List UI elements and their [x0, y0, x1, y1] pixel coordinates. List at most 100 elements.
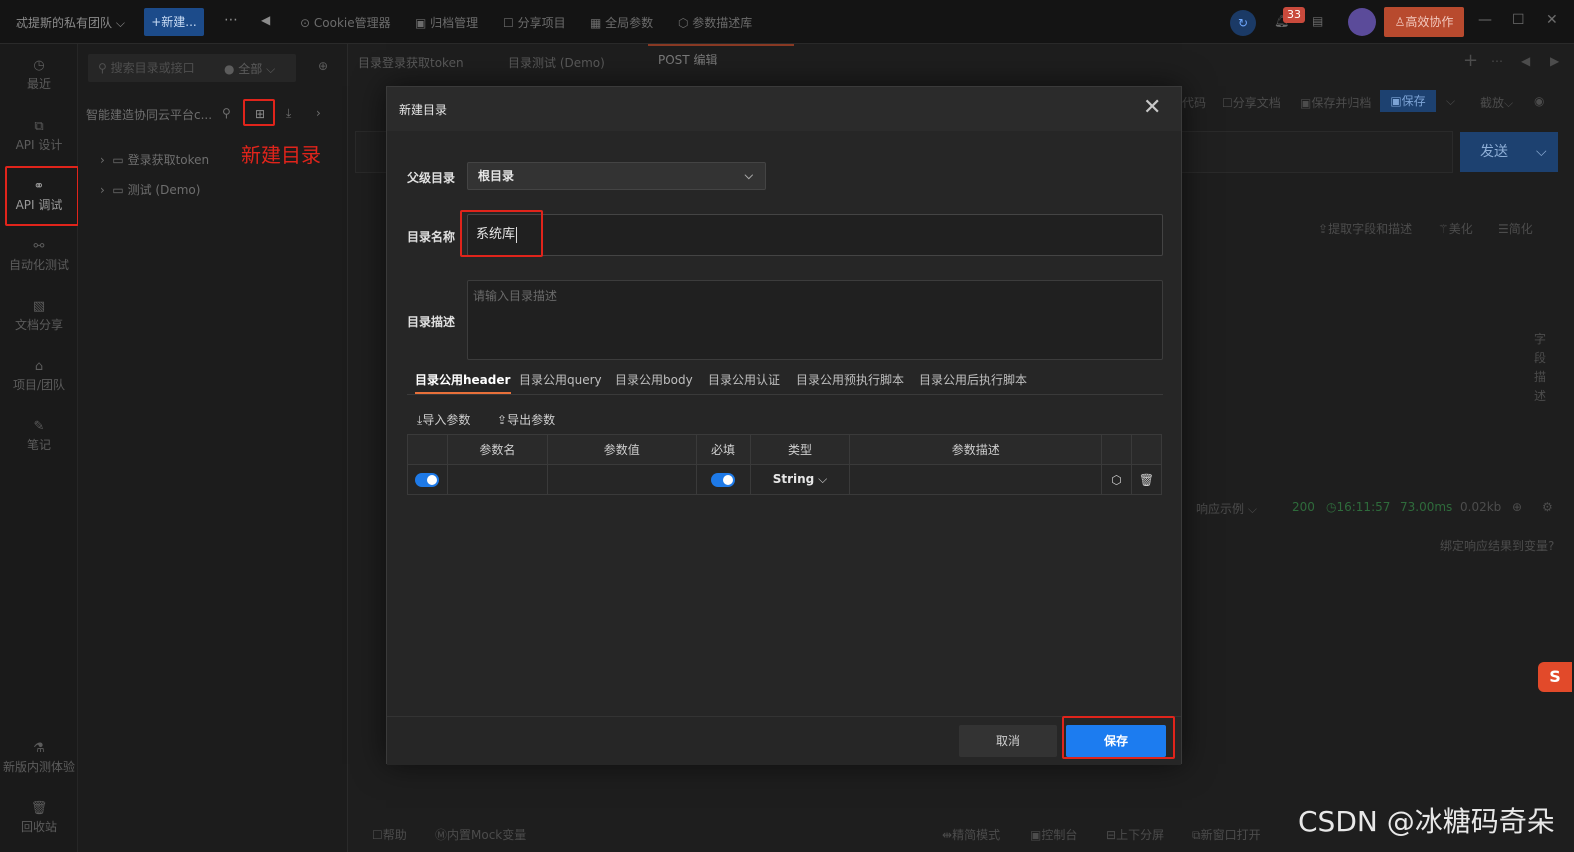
tab-post-edit[interactable]: POST 编辑: [648, 44, 794, 74]
tab-dir-header[interactable]: 目录公用header: [415, 371, 510, 388]
send-dropdown-icon[interactable]: ⌵: [1536, 132, 1547, 172]
col-action-1: [1101, 434, 1132, 465]
nav-share-project[interactable]: ☐ 分享项目: [503, 14, 566, 31]
delete-cell: 🗑︎: [1130, 464, 1163, 495]
clock-icon: ◷: [33, 58, 45, 73]
tree-item[interactable]: › ▭ 测试 (Demo): [100, 181, 200, 198]
more-arrow-icon[interactable]: ›: [316, 106, 321, 120]
beautify-button[interactable]: ⚚美化: [1438, 220, 1473, 237]
simplify-button[interactable]: ☰简化: [1498, 220, 1533, 237]
maximize-icon[interactable]: ☐: [1512, 12, 1525, 28]
compact-mode-button[interactable]: ⇹精简模式: [942, 826, 1000, 843]
console-button[interactable]: ▣控制台: [1030, 826, 1077, 843]
project-name[interactable]: 智能建造协同云平台c...: [86, 106, 212, 123]
dir-name-label: 目录名称: [407, 230, 456, 244]
param-value-cell[interactable]: [546, 464, 697, 495]
rail-project-team[interactable]: ⌂ 项目/团队: [0, 359, 78, 393]
view-select[interactable]: 截放⌵: [1480, 94, 1513, 111]
close-window-icon[interactable]: ✕: [1546, 12, 1558, 28]
minimize-icon[interactable]: —: [1478, 12, 1492, 28]
rail-api-debug[interactable]: ⚭ API 调试: [0, 179, 78, 213]
rail-recycle-bin[interactable]: 🗑︎ 回收站: [0, 801, 78, 835]
locate-icon[interactable]: ⊕: [318, 59, 328, 73]
field-desc-vertical-label[interactable]: 字段描述: [1534, 330, 1546, 406]
add-tab-icon[interactable]: +: [1463, 50, 1478, 71]
nav-cookie-manager[interactable]: ⊙ Cookie管理器: [300, 14, 391, 31]
import-params-button[interactable]: ⤓导入参数: [417, 411, 470, 428]
enable-toggle[interactable]: [415, 472, 440, 487]
response-time: ◷16:11:57: [1326, 500, 1391, 514]
rail-api-design[interactable]: ⧉ API 设计: [0, 119, 78, 153]
filter-select[interactable]: ● 全部 ⌵: [224, 60, 275, 77]
share-doc-button[interactable]: ☐分享文档: [1222, 94, 1281, 111]
dir-desc-textarea[interactable]: 请输入目录描述: [467, 280, 1163, 360]
trash-icon[interactable]: 🗑︎: [1139, 473, 1154, 487]
tab-next-icon[interactable]: ▶: [1550, 54, 1559, 68]
code-button[interactable]: 代码: [1182, 94, 1206, 111]
save-dropdown-icon[interactable]: ⌵: [1446, 94, 1455, 109]
tree-item[interactable]: › ▭ 登录获取token: [100, 151, 209, 168]
download-icon[interactable]: ⤓: [286, 106, 291, 121]
tab-test-demo[interactable]: 目录测试 (Demo): [508, 54, 605, 71]
extract-fields-button[interactable]: ⇪提取字段和描述: [1318, 220, 1412, 237]
dir-name-input[interactable]: 系统库: [467, 214, 1163, 256]
globe-icon[interactable]: ⊕: [1512, 500, 1522, 514]
csdn-watermark: CSDN @冰糖码奇朵: [1298, 805, 1555, 838]
type-select[interactable]: String: [773, 472, 815, 486]
avatar[interactable]: [1348, 8, 1376, 36]
parent-dir-select[interactable]: 根目录 ⌵: [467, 162, 766, 190]
send-button[interactable]: 发送 ⌵: [1460, 132, 1558, 172]
rail-beta[interactable]: ⚗ 新版内测体验: [0, 741, 78, 775]
tab-more-icon[interactable]: ⋯: [1491, 54, 1503, 68]
rail-notes[interactable]: ✎ 笔记: [0, 419, 78, 453]
export-icon: ⇪: [497, 413, 508, 427]
new-button[interactable]: +新建...: [144, 8, 204, 36]
new-interface-icon[interactable]: ⚲: [222, 106, 231, 120]
split-view-button[interactable]: ⊟上下分屏: [1106, 826, 1164, 843]
cube-icon[interactable]: ⬡: [1111, 473, 1121, 487]
export-params-button[interactable]: ⇪导出参数: [497, 411, 555, 428]
response-example-select[interactable]: 响应示例 ⌵: [1196, 500, 1257, 517]
type-cell[interactable]: String ⌵: [749, 464, 851, 495]
collab-button[interactable]: ♙高效协作: [1384, 7, 1464, 37]
tab-dir-pre-script[interactable]: 目录公用预执行脚本: [796, 371, 904, 388]
param-desc-cell[interactable]: [849, 464, 1102, 495]
rail-recent[interactable]: ◷ 最近: [0, 58, 78, 92]
tab-dir-body[interactable]: 目录公用body: [615, 371, 693, 388]
new-folder-icon[interactable]: ⊞: [248, 104, 272, 124]
design-icon: ⧉: [34, 119, 44, 134]
doc-icon[interactable]: ▤: [1312, 14, 1323, 28]
nav-global-params[interactable]: ▦ 全局参数: [590, 14, 653, 31]
help-button[interactable]: ☐帮助: [372, 826, 407, 843]
rail-auto-test[interactable]: ⚯ 自动化测试: [0, 239, 78, 273]
close-icon[interactable]: ✕: [1143, 97, 1161, 119]
collapse-left-icon[interactable]: ◀: [261, 13, 270, 27]
eye-icon[interactable]: ◉: [1534, 94, 1544, 108]
dir-desc-label: 目录描述: [407, 315, 456, 329]
save-top-button[interactable]: ▣保存: [1380, 90, 1436, 112]
param-name-cell[interactable]: [446, 464, 548, 495]
tab-prev-icon[interactable]: ◀: [1521, 54, 1530, 68]
team-switcher[interactable]: 忒提斯的私有团队 ⌵: [16, 14, 125, 31]
nav-param-desc-lib[interactable]: ⬡ 参数描述库: [678, 14, 752, 31]
save-archive-button[interactable]: ▣保存并归档: [1300, 94, 1371, 111]
tab-dir-post-script[interactable]: 目录公用后执行脚本: [919, 371, 1027, 388]
params-table: 参数名 参数值 必填 类型 参数描述 String ⌵ ⬡ 🗑︎: [407, 434, 1163, 495]
tab-dir-query[interactable]: 目录公用query: [519, 371, 602, 388]
rail-doc-share[interactable]: ▧ 文档分享: [0, 299, 78, 333]
cancel-button[interactable]: 取消: [959, 725, 1057, 757]
tab-login-token[interactable]: 目录登录获取token: [358, 54, 464, 71]
sync-icon[interactable]: ↻: [1230, 10, 1256, 36]
save-button[interactable]: 保存: [1066, 725, 1166, 757]
col-type: 类型: [749, 434, 851, 465]
chevron-down-icon: ⌵: [744, 169, 753, 182]
tab-dir-auth[interactable]: 目录公用认证: [708, 371, 780, 388]
bind-response-link[interactable]: 绑定响应结果到变量?: [1440, 537, 1554, 554]
required-toggle[interactable]: [711, 472, 736, 487]
new-window-button[interactable]: ⧉新窗口打开: [1192, 826, 1261, 843]
sogou-ime-icon[interactable]: S: [1538, 662, 1572, 692]
mock-vars-button[interactable]: Ⓜ内置Mock变量: [435, 826, 526, 843]
nav-archive[interactable]: ▣ 归档管理: [415, 14, 478, 31]
more-icon[interactable]: ⋯: [224, 12, 238, 28]
settings-icon[interactable]: ⚙: [1542, 500, 1553, 514]
